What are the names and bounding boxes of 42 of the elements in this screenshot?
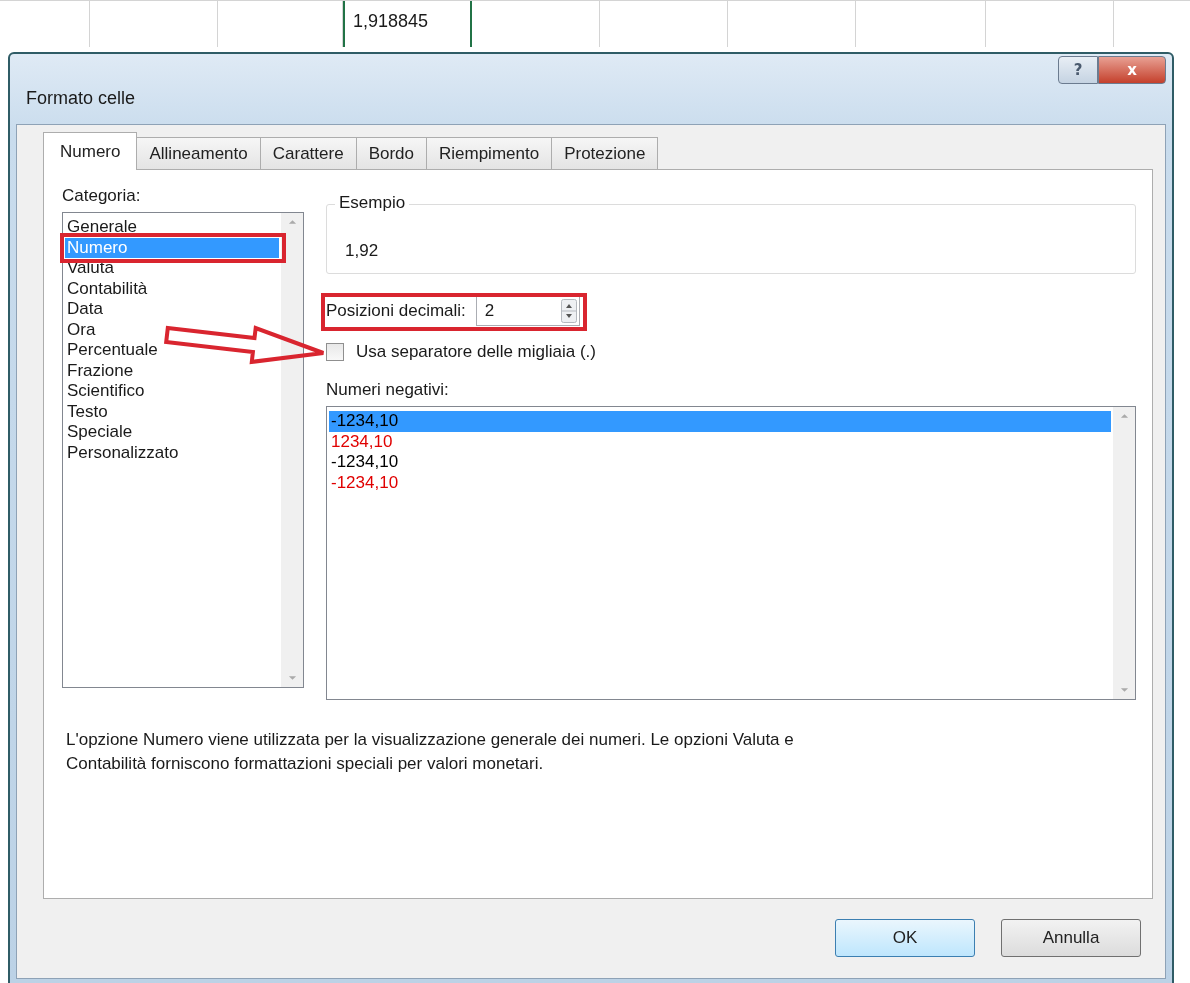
scroll-up-icon[interactable] (1119, 413, 1129, 419)
tab[interactable]: Allineamento (136, 137, 261, 169)
list-item[interactable]: 1234,10 (329, 431, 1111, 452)
sample-value: 1,92 (345, 241, 379, 261)
help-button[interactable]: ? (1058, 56, 1098, 84)
list-item[interactable]: -1234,10 (329, 411, 1111, 432)
negative-numbers-label: Numeri negativi: (326, 380, 450, 400)
tab[interactable]: Riempimento (426, 137, 553, 169)
dialog-button[interactable]: Annulla (1001, 919, 1141, 957)
list-item[interactable]: Frazione (65, 360, 134, 381)
scrollbar[interactable] (1113, 407, 1135, 699)
dialog-button[interactable]: OK (835, 919, 975, 957)
list-item[interactable]: Data (65, 299, 103, 320)
tab[interactable]: Carattere (259, 137, 357, 169)
list-item[interactable]: Ora (65, 319, 96, 340)
list-item[interactable]: Generale (65, 217, 137, 238)
scroll-down-icon[interactable] (1119, 687, 1129, 693)
checkbox[interactable] (326, 343, 344, 361)
list-item[interactable]: Testo (65, 401, 108, 422)
decimal-places-label: Posizioni decimali: (326, 301, 466, 321)
category-label: Categoria: (62, 186, 142, 206)
negative-numbers-list[interactable]: -1234,10 1234,10 -1234,10 -1234,10 (326, 406, 1136, 700)
list-item[interactable]: Personalizzato (65, 442, 179, 463)
tab[interactable]: Numero (43, 132, 138, 170)
decimal-places-spinner[interactable]: 2 (475, 296, 580, 326)
tab[interactable]: Protezione (551, 137, 659, 169)
list-item[interactable]: Percentuale (65, 340, 158, 361)
scrollbar[interactable] (281, 213, 303, 687)
list-item[interactable]: Speciale (65, 422, 133, 443)
list-item[interactable]: Contabilità (65, 278, 148, 299)
spin-arrows-icon[interactable] (560, 299, 577, 323)
scroll-down-icon[interactable] (287, 675, 297, 681)
description-text: L'opzione Numero viene utilizzata per la visualizzazione generale dei numeri. Le opzioni Valuta e Contabilità forniscono formattazioni speciali per valori monetari. (66, 729, 795, 775)
scroll-up-icon[interactable] (287, 219, 297, 225)
list-item[interactable]: -1234,10 (329, 472, 1111, 493)
list-item[interactable]: -1234,10 (329, 452, 1111, 473)
list-item[interactable]: Scientifico (65, 381, 145, 402)
tab[interactable]: Bordo (355, 137, 427, 169)
sample-label: Esempio (335, 193, 410, 213)
window-title: Formato celle (26, 88, 136, 109)
active-cell[interactable]: 1,918845 (343, 1, 472, 47)
checkbox-label: Usa separatore delle migliaia (.) (356, 342, 596, 362)
